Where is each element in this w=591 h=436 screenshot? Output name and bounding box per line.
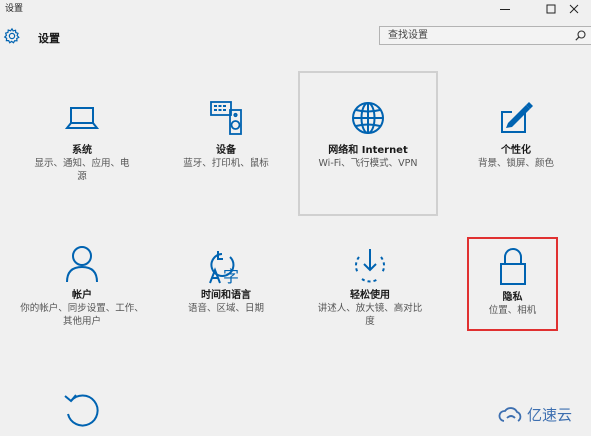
tile-devices-name: 设备 xyxy=(216,145,236,156)
tile-time-language-desc: 语音、区域、日期 xyxy=(187,303,264,314)
svg-text:字: 字 xyxy=(223,267,239,285)
search-input[interactable] xyxy=(380,27,573,44)
search-icon[interactable] xyxy=(575,30,586,41)
update-icon xyxy=(64,394,99,427)
tile-system-desc: 显示、通知、应用、电源 xyxy=(34,158,130,182)
watermark: 亿速云 xyxy=(498,404,572,425)
tile-time-language[interactable]: 字 时间和语言 语音、区域、日期 xyxy=(156,245,296,315)
tile-personalization[interactable]: 个性化 背景、锁屏、颜色 xyxy=(446,100,586,170)
minimize-icon xyxy=(500,9,510,10)
tile-network-desc: Wi-Fi、飞行模式、VPN xyxy=(318,158,418,169)
tile-ease-of-access-name: 轻松使用 xyxy=(350,290,390,301)
tile-network[interactable]: 网络和 Internet Wi-Fi、飞行模式、VPN xyxy=(298,71,438,216)
tile-accounts-desc: 你的帐户、同步设置、工作、其他用户 xyxy=(20,303,144,327)
watermark-text: 亿速云 xyxy=(527,406,573,424)
tile-accounts[interactable]: 帐户 你的帐户、同步设置、工作、其他用户 xyxy=(12,245,152,328)
tile-personalization-name: 个性化 xyxy=(501,145,531,156)
tile-privacy[interactable]: 隐私 位置、相机 xyxy=(467,237,558,331)
tile-accounts-name: 帐户 xyxy=(72,290,92,301)
tile-network-name: 网络和 Internet xyxy=(328,145,408,156)
tile-system[interactable]: 系统 显示、通知、应用、电源 xyxy=(12,100,152,183)
tile-devices[interactable]: 设备 蓝牙、打印机、鼠标 xyxy=(156,100,296,170)
tile-update-security[interactable] xyxy=(12,392,152,432)
close-icon xyxy=(569,4,579,14)
lock-icon xyxy=(499,248,526,285)
paint-icon xyxy=(501,102,533,133)
globe-icon xyxy=(352,102,384,134)
tile-ease-of-access-desc: 讲述人、放大镜、高对比度 xyxy=(317,303,423,327)
time-language-icon: 字 xyxy=(209,251,239,285)
tile-personalization-desc: 背景、锁屏、颜色 xyxy=(477,158,554,169)
cloud-logo-icon xyxy=(498,406,522,422)
search-box[interactable] xyxy=(379,26,591,45)
laptop-icon xyxy=(64,107,100,129)
close-button[interactable] xyxy=(557,0,591,18)
tile-system-name: 系统 xyxy=(72,145,92,156)
tile-privacy-desc: 位置、相机 xyxy=(488,305,537,316)
person-icon xyxy=(66,246,98,283)
ease-of-access-icon xyxy=(354,249,386,283)
tile-devices-desc: 蓝牙、打印机、鼠标 xyxy=(183,158,269,169)
page-title: 设置 xyxy=(38,32,60,45)
settings-window: 设置 设置 系统 显示、通知、应用 xyxy=(0,0,591,436)
tile-time-language-name: 时间和语言 xyxy=(201,290,251,301)
tile-privacy-name: 隐私 xyxy=(502,292,523,303)
minimize-button[interactable] xyxy=(488,0,522,18)
window-title: 设置 xyxy=(5,4,24,14)
maximize-icon xyxy=(546,4,556,14)
tile-ease-of-access[interactable]: 轻松使用 讲述人、放大镜、高对比度 xyxy=(300,245,440,328)
devices-icon xyxy=(210,101,242,135)
gear-icon xyxy=(3,27,20,44)
title-bar: 设置 xyxy=(0,0,591,20)
